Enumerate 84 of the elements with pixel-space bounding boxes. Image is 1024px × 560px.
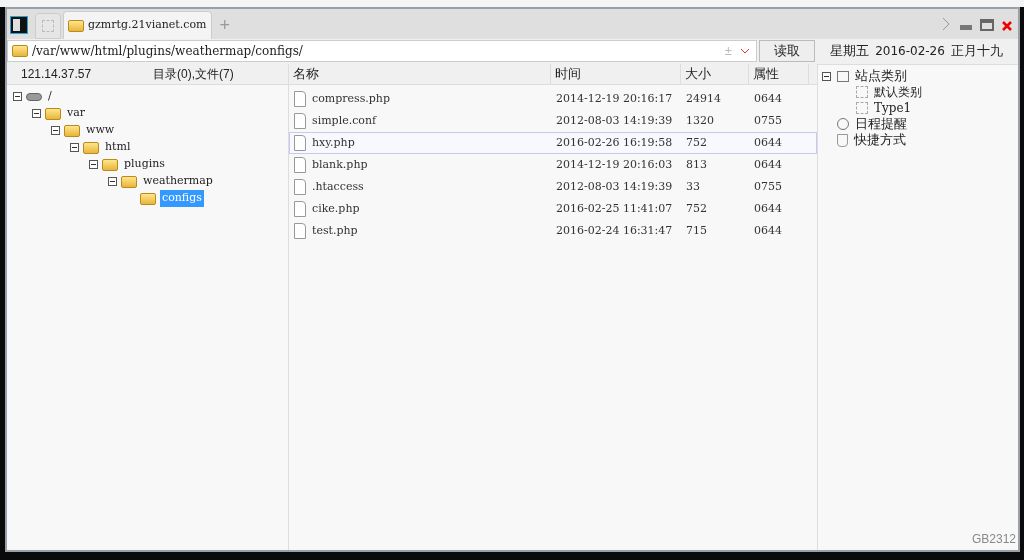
collapse-toggle-icon[interactable] bbox=[32, 109, 41, 118]
table-cell-text: 0644 bbox=[753, 222, 783, 239]
collapse-toggle-icon[interactable] bbox=[108, 177, 117, 186]
dropdown-icon[interactable] bbox=[740, 48, 750, 54]
folder-summary: 目录(0),文件(7) bbox=[153, 66, 234, 83]
folder-icon bbox=[121, 175, 137, 188]
file-icon bbox=[294, 157, 306, 173]
panel-toggle-icon[interactable] bbox=[11, 17, 27, 33]
encoding-status: GB2312 bbox=[971, 531, 1016, 548]
table-cell-text: 1320 bbox=[685, 112, 715, 129]
sidebar-item[interactable]: 站点类别 bbox=[855, 66, 907, 86]
table-cell-text: 2014-12-19 20:16:17 bbox=[555, 90, 674, 107]
host-address: 121.14.37.57 bbox=[21, 66, 93, 83]
sidebar-item[interactable]: Type1 bbox=[874, 99, 912, 117]
folder-icon bbox=[140, 192, 156, 205]
placeholder-icon bbox=[856, 102, 868, 114]
read-button[interactable]: 读取 bbox=[759, 40, 815, 62]
file-icon bbox=[294, 91, 306, 107]
table-cell-text: 2016-02-24 16:31:47 bbox=[555, 222, 674, 239]
file-row[interactable]: hxy.php 2016-02-26 16:19:58 752 0644 bbox=[289, 132, 817, 154]
folder-icon bbox=[12, 45, 28, 57]
file-icon bbox=[294, 113, 306, 129]
table-cell-text: 0755 bbox=[753, 178, 783, 195]
table-cell-text: 2016-02-26 16:19:58 bbox=[555, 134, 674, 151]
file-row[interactable]: simple.conf 2012-08-03 14:19:39 1320 0755 bbox=[289, 110, 817, 132]
table-cell-text: 0644 bbox=[753, 156, 783, 173]
sidebar-item[interactable]: 默认类别 bbox=[874, 83, 922, 101]
placeholder-icon bbox=[856, 86, 868, 98]
tree-item[interactable]: html bbox=[103, 139, 133, 156]
date-label: 2016-02-26 bbox=[875, 43, 945, 60]
maximize-icon[interactable] bbox=[980, 19, 994, 31]
file-icon bbox=[294, 135, 306, 151]
table-cell-text: 0644 bbox=[753, 134, 783, 151]
file-row[interactable]: blank.php 2014-12-19 20:16:03 813 0644 bbox=[289, 154, 817, 176]
table-cell-text: 752 bbox=[685, 134, 708, 151]
file-row[interactable]: test.php 2016-02-24 16:31:47 715 0644 bbox=[289, 220, 817, 242]
folder-icon bbox=[102, 158, 118, 171]
category-icon bbox=[837, 70, 849, 82]
collapse-toggle-icon[interactable] bbox=[822, 71, 831, 81]
file-icon bbox=[294, 179, 306, 195]
table-cell-text: 752 bbox=[685, 200, 708, 217]
table-cell-text: blank.php bbox=[312, 156, 368, 173]
table-cell-text: 715 bbox=[685, 222, 708, 239]
table-cell-text: 0755 bbox=[753, 112, 783, 129]
table-cell-text: 2014-12-19 20:16:03 bbox=[555, 156, 674, 173]
collapse-toggle-icon[interactable] bbox=[13, 92, 22, 101]
weekday-label: 星期五 bbox=[830, 42, 870, 61]
table-cell-text: test.php bbox=[312, 222, 358, 239]
table-cell-text: 0644 bbox=[753, 200, 783, 217]
tree-item[interactable]: weathermap bbox=[141, 173, 215, 190]
table-cell-text: cike.php bbox=[312, 200, 360, 217]
folder-icon bbox=[83, 141, 99, 154]
address-text: /var/www/html/plugins/weathermap/configs/ bbox=[32, 43, 304, 60]
table-cell-text: 2012-08-03 14:19:39 bbox=[555, 112, 674, 129]
close-icon[interactable] bbox=[1002, 21, 1012, 31]
folder-icon bbox=[64, 124, 80, 137]
tab[interactable]: gzmrtg.21vianet.com bbox=[63, 11, 212, 39]
table-cell-text: 813 bbox=[685, 156, 708, 173]
file-row[interactable]: .htaccess 2012-08-03 14:19:39 33 0755 bbox=[289, 176, 817, 198]
table-cell-text: 33 bbox=[685, 178, 701, 195]
table-cell-text: .htaccess bbox=[312, 178, 364, 195]
table-cell-text: hxy.php bbox=[312, 134, 355, 151]
file-row[interactable]: cike.php 2016-02-25 11:41:07 752 0644 bbox=[289, 198, 817, 220]
folder-icon bbox=[68, 19, 84, 32]
table-cell-text: 2012-08-03 14:19:39 bbox=[555, 178, 674, 195]
collapse-toggle-icon[interactable] bbox=[70, 143, 79, 152]
table-cell-text: simple.conf bbox=[312, 112, 377, 129]
collapse-toggle-icon[interactable] bbox=[89, 160, 98, 169]
file-row[interactable]: compress.php 2014-12-19 20:16:17 24914 0644 bbox=[289, 88, 817, 110]
table-cell-text: 0644 bbox=[753, 90, 783, 107]
tree-item[interactable]: www bbox=[84, 122, 117, 139]
tree-item[interactable]: plugins bbox=[122, 156, 167, 173]
tree-item[interactable]: var bbox=[65, 105, 88, 122]
table-cell-text: 24914 bbox=[685, 90, 722, 107]
tree-item[interactable]: / bbox=[46, 88, 54, 105]
lunar-date-label: 正月十九 bbox=[950, 42, 1003, 61]
drive-icon bbox=[26, 92, 42, 101]
table-cell-text: 2016-02-25 11:41:07 bbox=[555, 200, 674, 217]
address-field[interactable]: /var/www/html/plugins/weathermap/configs/ ± bbox=[7, 40, 757, 62]
file-icon bbox=[294, 201, 306, 217]
folder-icon bbox=[45, 107, 61, 120]
file-icon bbox=[294, 223, 306, 239]
table-cell-text: compress.php bbox=[312, 90, 390, 107]
collapse-toggle-icon[interactable] bbox=[51, 126, 60, 135]
